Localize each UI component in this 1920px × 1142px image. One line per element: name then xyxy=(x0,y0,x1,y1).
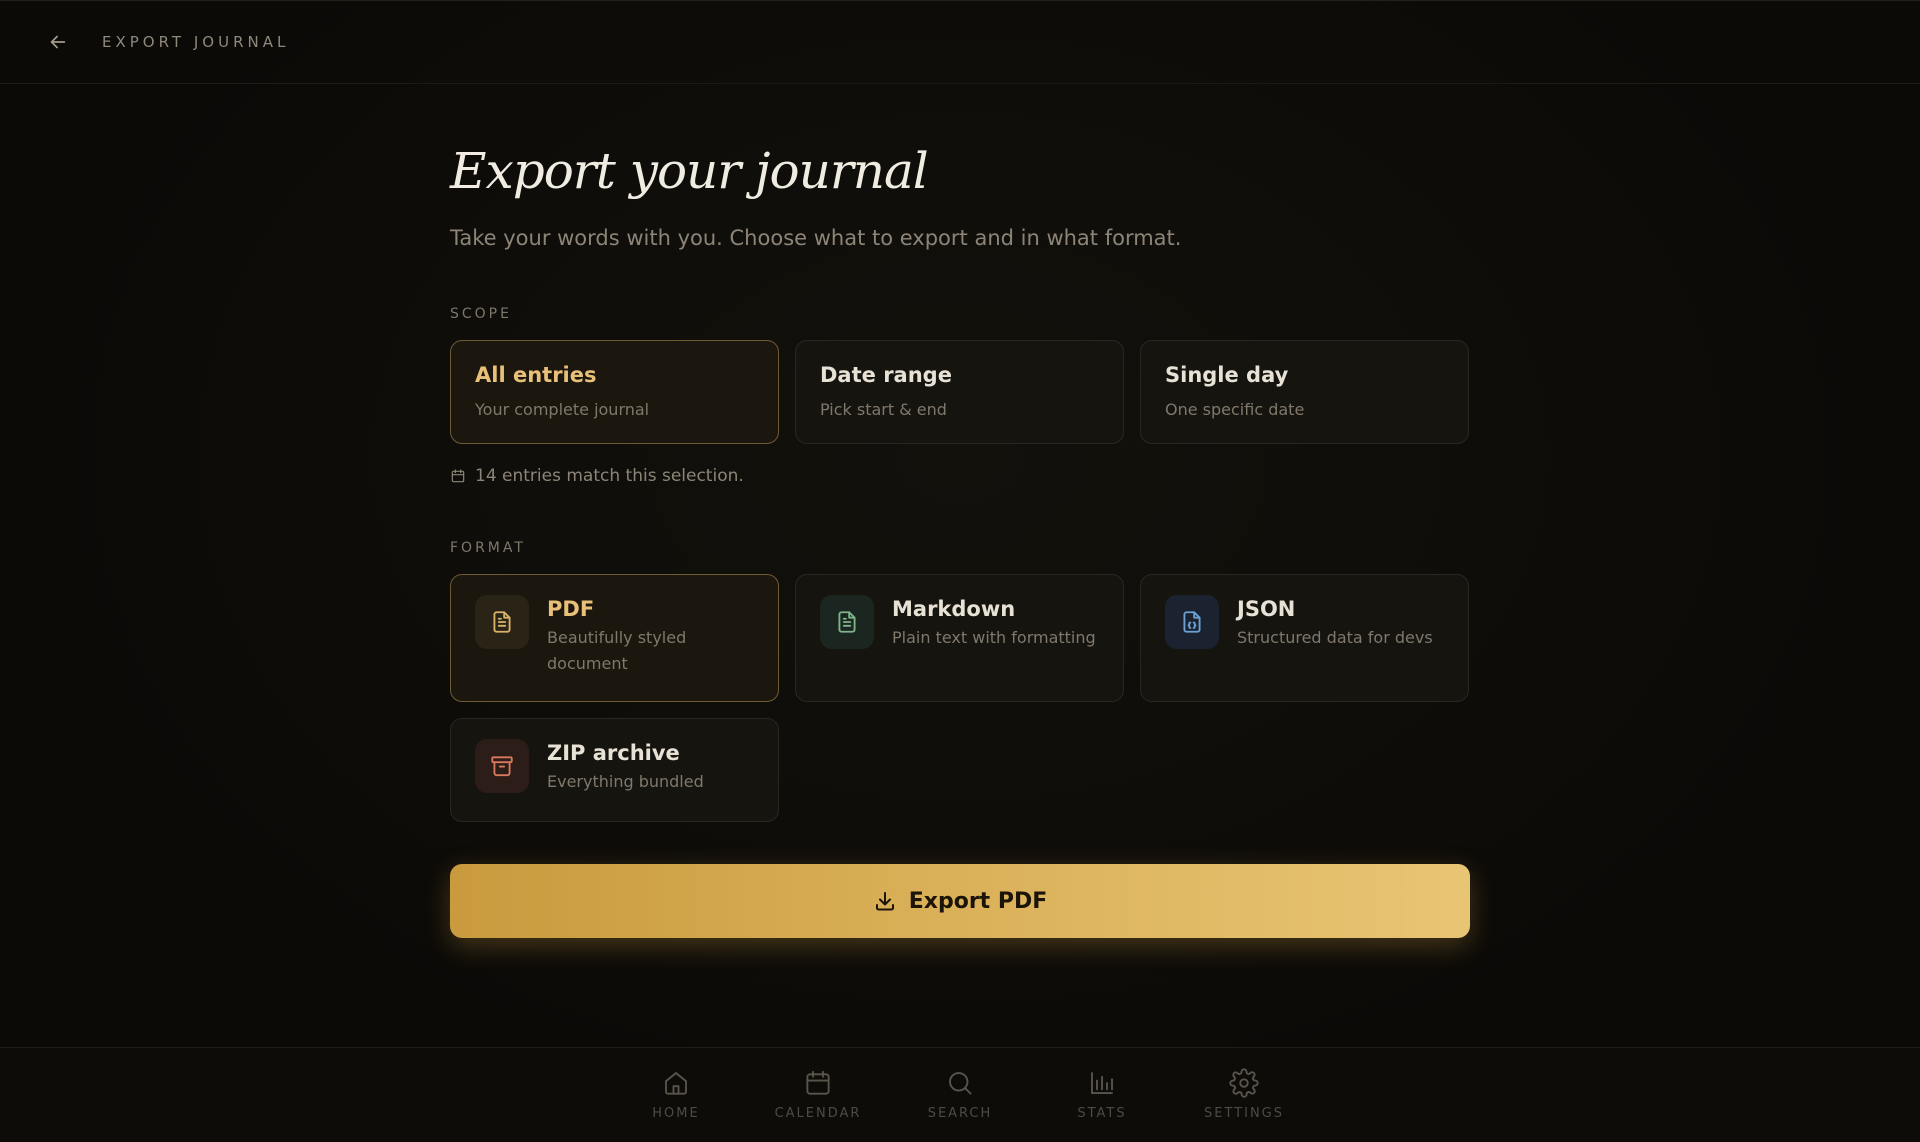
app-root: EXPORT JOURNAL Export your journal Take … xyxy=(0,0,1920,1142)
format-option-desc: Beautifully styled document xyxy=(547,628,687,673)
nav-label: CALENDAR xyxy=(774,1106,862,1121)
scope-option-title: Single day xyxy=(1165,363,1289,387)
format-option-desc: Plain text with formatting xyxy=(892,628,1096,647)
scope-option-desc: One specific date xyxy=(1165,400,1305,419)
scope-options: All entries Your complete journal Date r… xyxy=(450,340,1470,444)
format-option-zip[interactable]: ZIP archive Everything bundled xyxy=(450,718,779,822)
format-icon-badge xyxy=(1165,595,1219,649)
scope-option-all-entries[interactable]: All entries Your complete journal xyxy=(450,340,779,444)
document-text-icon xyxy=(838,611,856,633)
nav-item-search[interactable]: SEARCH xyxy=(889,1068,1031,1121)
back-button[interactable] xyxy=(44,28,72,56)
entries-match-info: 14 entries match this selection. xyxy=(450,466,1470,486)
export-button-label: Export PDF xyxy=(908,888,1048,914)
scope-section-label: SCOPE xyxy=(450,306,512,322)
format-icon-badge xyxy=(475,739,529,793)
format-option-markdown[interactable]: Markdown Plain text with formatting xyxy=(795,574,1124,702)
gear-icon xyxy=(1229,1068,1259,1098)
nav-item-home[interactable]: HOME xyxy=(605,1068,747,1121)
export-button[interactable]: Export PDF xyxy=(450,864,1470,938)
format-option-title: ZIP archive xyxy=(547,741,680,765)
scope-option-title: Date range xyxy=(820,363,952,387)
format-option-pdf[interactable]: PDF Beautifully styled document xyxy=(450,574,779,702)
code-file-icon xyxy=(1183,611,1201,633)
nav-item-settings[interactable]: SETTINGS xyxy=(1173,1068,1315,1121)
page-title: Export your journal xyxy=(450,142,929,200)
arrow-left-icon xyxy=(50,35,66,49)
search-icon xyxy=(949,1072,972,1095)
archive-icon xyxy=(491,756,513,777)
top-bar: EXPORT JOURNAL xyxy=(0,0,1920,84)
format-section-label: FORMAT xyxy=(450,540,526,556)
format-option-desc: Everything bundled xyxy=(547,772,704,791)
format-option-desc: Structured data for devs xyxy=(1237,628,1433,647)
nav-label: HOME xyxy=(652,1106,700,1121)
main-content: Export your journal Take your words with… xyxy=(450,84,1470,938)
nav-label: SEARCH xyxy=(927,1106,993,1121)
format-option-json[interactable]: JSON Structured data for devs xyxy=(1140,574,1469,702)
scope-option-title: All entries xyxy=(475,363,597,387)
format-option-title: JSON xyxy=(1237,597,1296,621)
nav-item-calendar[interactable]: CALENDAR xyxy=(747,1068,889,1121)
format-options: PDF Beautifully styled document Markdown… xyxy=(450,574,1470,822)
entries-match-text: 14 entries match this selection. xyxy=(475,466,744,486)
document-icon xyxy=(493,611,511,633)
download-icon xyxy=(875,892,894,911)
bar-chart-icon xyxy=(1091,1072,1113,1094)
scope-option-date-range[interactable]: Date range Pick start & end xyxy=(795,340,1124,444)
scope-option-desc: Your complete journal xyxy=(475,400,650,419)
format-icon-badge xyxy=(475,595,529,649)
calendar-icon xyxy=(806,1070,830,1095)
bottom-nav: HOME CALENDAR SEARCH STATS SETTINGS xyxy=(0,1047,1920,1142)
top-bar-title: EXPORT JOURNAL xyxy=(102,33,290,51)
scope-option-single-day[interactable]: Single day One specific date xyxy=(1140,340,1469,444)
nav-item-stats[interactable]: STATS xyxy=(1031,1068,1173,1121)
format-option-title: Markdown xyxy=(892,597,1016,621)
format-icon-badge xyxy=(820,595,874,649)
calendar-icon xyxy=(451,469,465,483)
format-option-title: PDF xyxy=(547,597,595,621)
nav-label: STATS xyxy=(1077,1106,1127,1121)
page-subtitle: Take your words with you. Choose what to… xyxy=(450,226,1182,250)
nav-label: SETTINGS xyxy=(1203,1106,1284,1121)
home-icon xyxy=(665,1072,687,1095)
scope-option-desc: Pick start & end xyxy=(820,400,947,419)
